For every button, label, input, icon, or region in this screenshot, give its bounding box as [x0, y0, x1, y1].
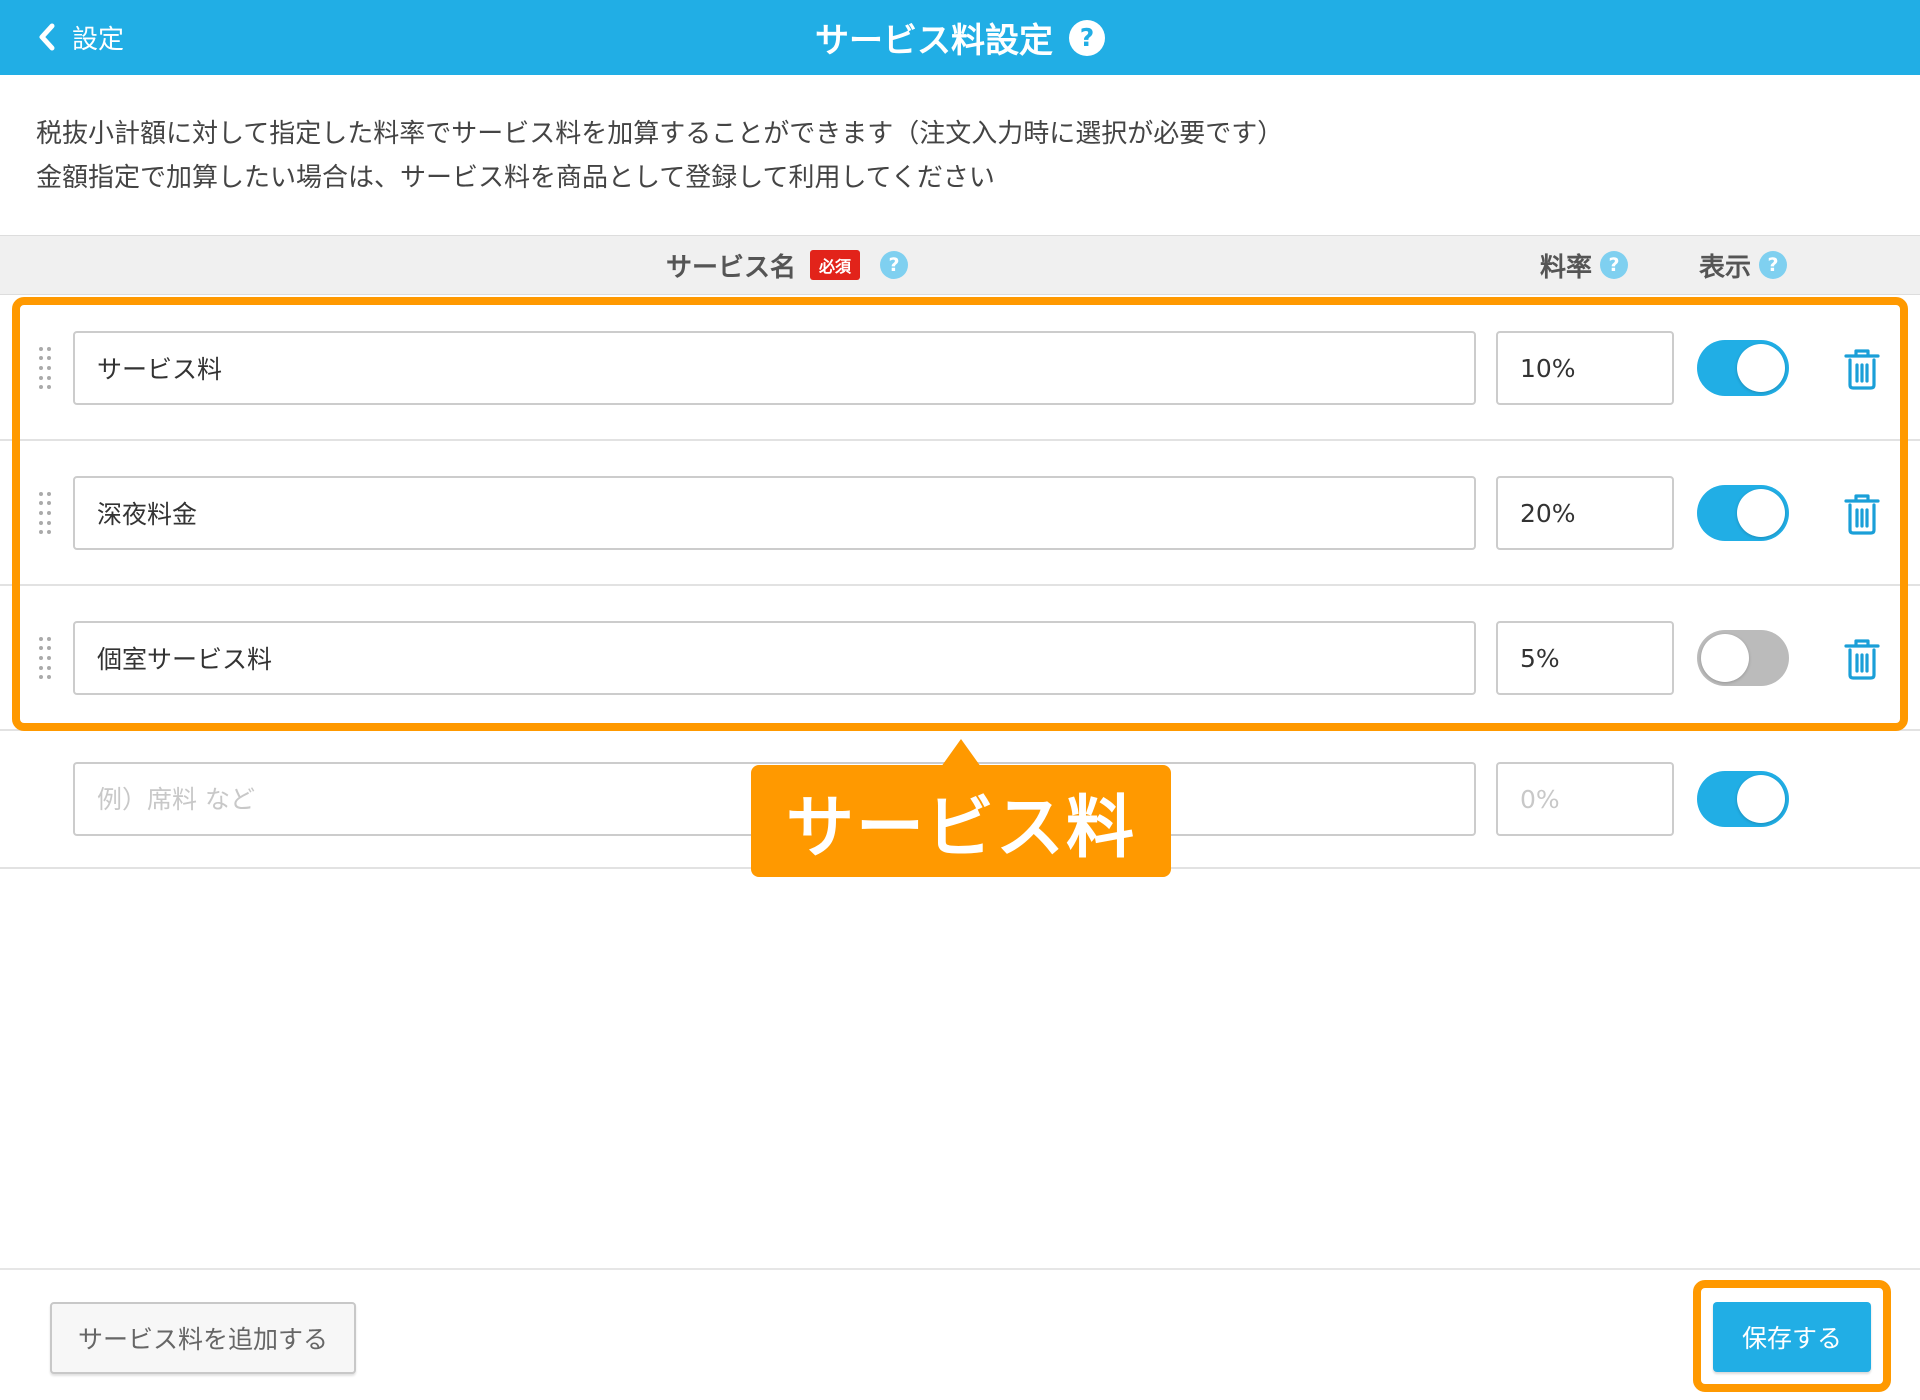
column-header-display: 表示 ? — [1699, 236, 1788, 294]
display-toggle[interactable] — [1697, 771, 1789, 827]
help-icon[interactable]: ? — [1600, 251, 1629, 279]
help-icon[interactable]: ? — [1759, 251, 1788, 279]
column-header-rate: 料率 ? — [1540, 236, 1629, 294]
add-service-button[interactable]: サービス料を追加する — [50, 1302, 356, 1374]
save-button[interactable]: 保存する — [1713, 1302, 1871, 1372]
description-line-2: 金額指定で加算したい場合は、サービス料を商品として登録して利用してください — [36, 163, 995, 193]
footer-bar: サービス料を追加する 保存する — [0, 1268, 1920, 1400]
description-line-1: 税抜小計額に対して指定した料率でサービス料を加算することができます（注文入力時に… — [36, 119, 1284, 149]
top-bar: 設定 サービス料設定 ? — [0, 0, 1920, 75]
column-header-name: サービス名 必須 ? — [666, 236, 909, 294]
help-icon[interactable]: ? — [880, 251, 909, 279]
callout-arrow — [941, 739, 981, 767]
page-description: 税抜小計額に対して指定した料率でサービス料を加算することができます（注文入力時に… — [36, 112, 1283, 200]
page-title-container: サービス料設定 ? — [0, 0, 1920, 75]
page-title: サービス料設定 — [815, 21, 1053, 61]
toggle-knob — [1737, 775, 1785, 823]
new-rate-input[interactable] — [1496, 762, 1674, 836]
required-badge: 必須 — [810, 250, 861, 280]
table-header: サービス名 必須 ? 料率 ? 表示 ? — [0, 235, 1920, 295]
help-icon[interactable]: ? — [1069, 19, 1105, 56]
rows-highlight-frame — [12, 297, 1908, 731]
column-display-label: 表示 — [1699, 252, 1752, 283]
column-rate-label: 料率 — [1540, 252, 1593, 283]
column-name-label: サービス名 — [666, 252, 797, 283]
callout-label: サービス料 — [751, 765, 1171, 877]
